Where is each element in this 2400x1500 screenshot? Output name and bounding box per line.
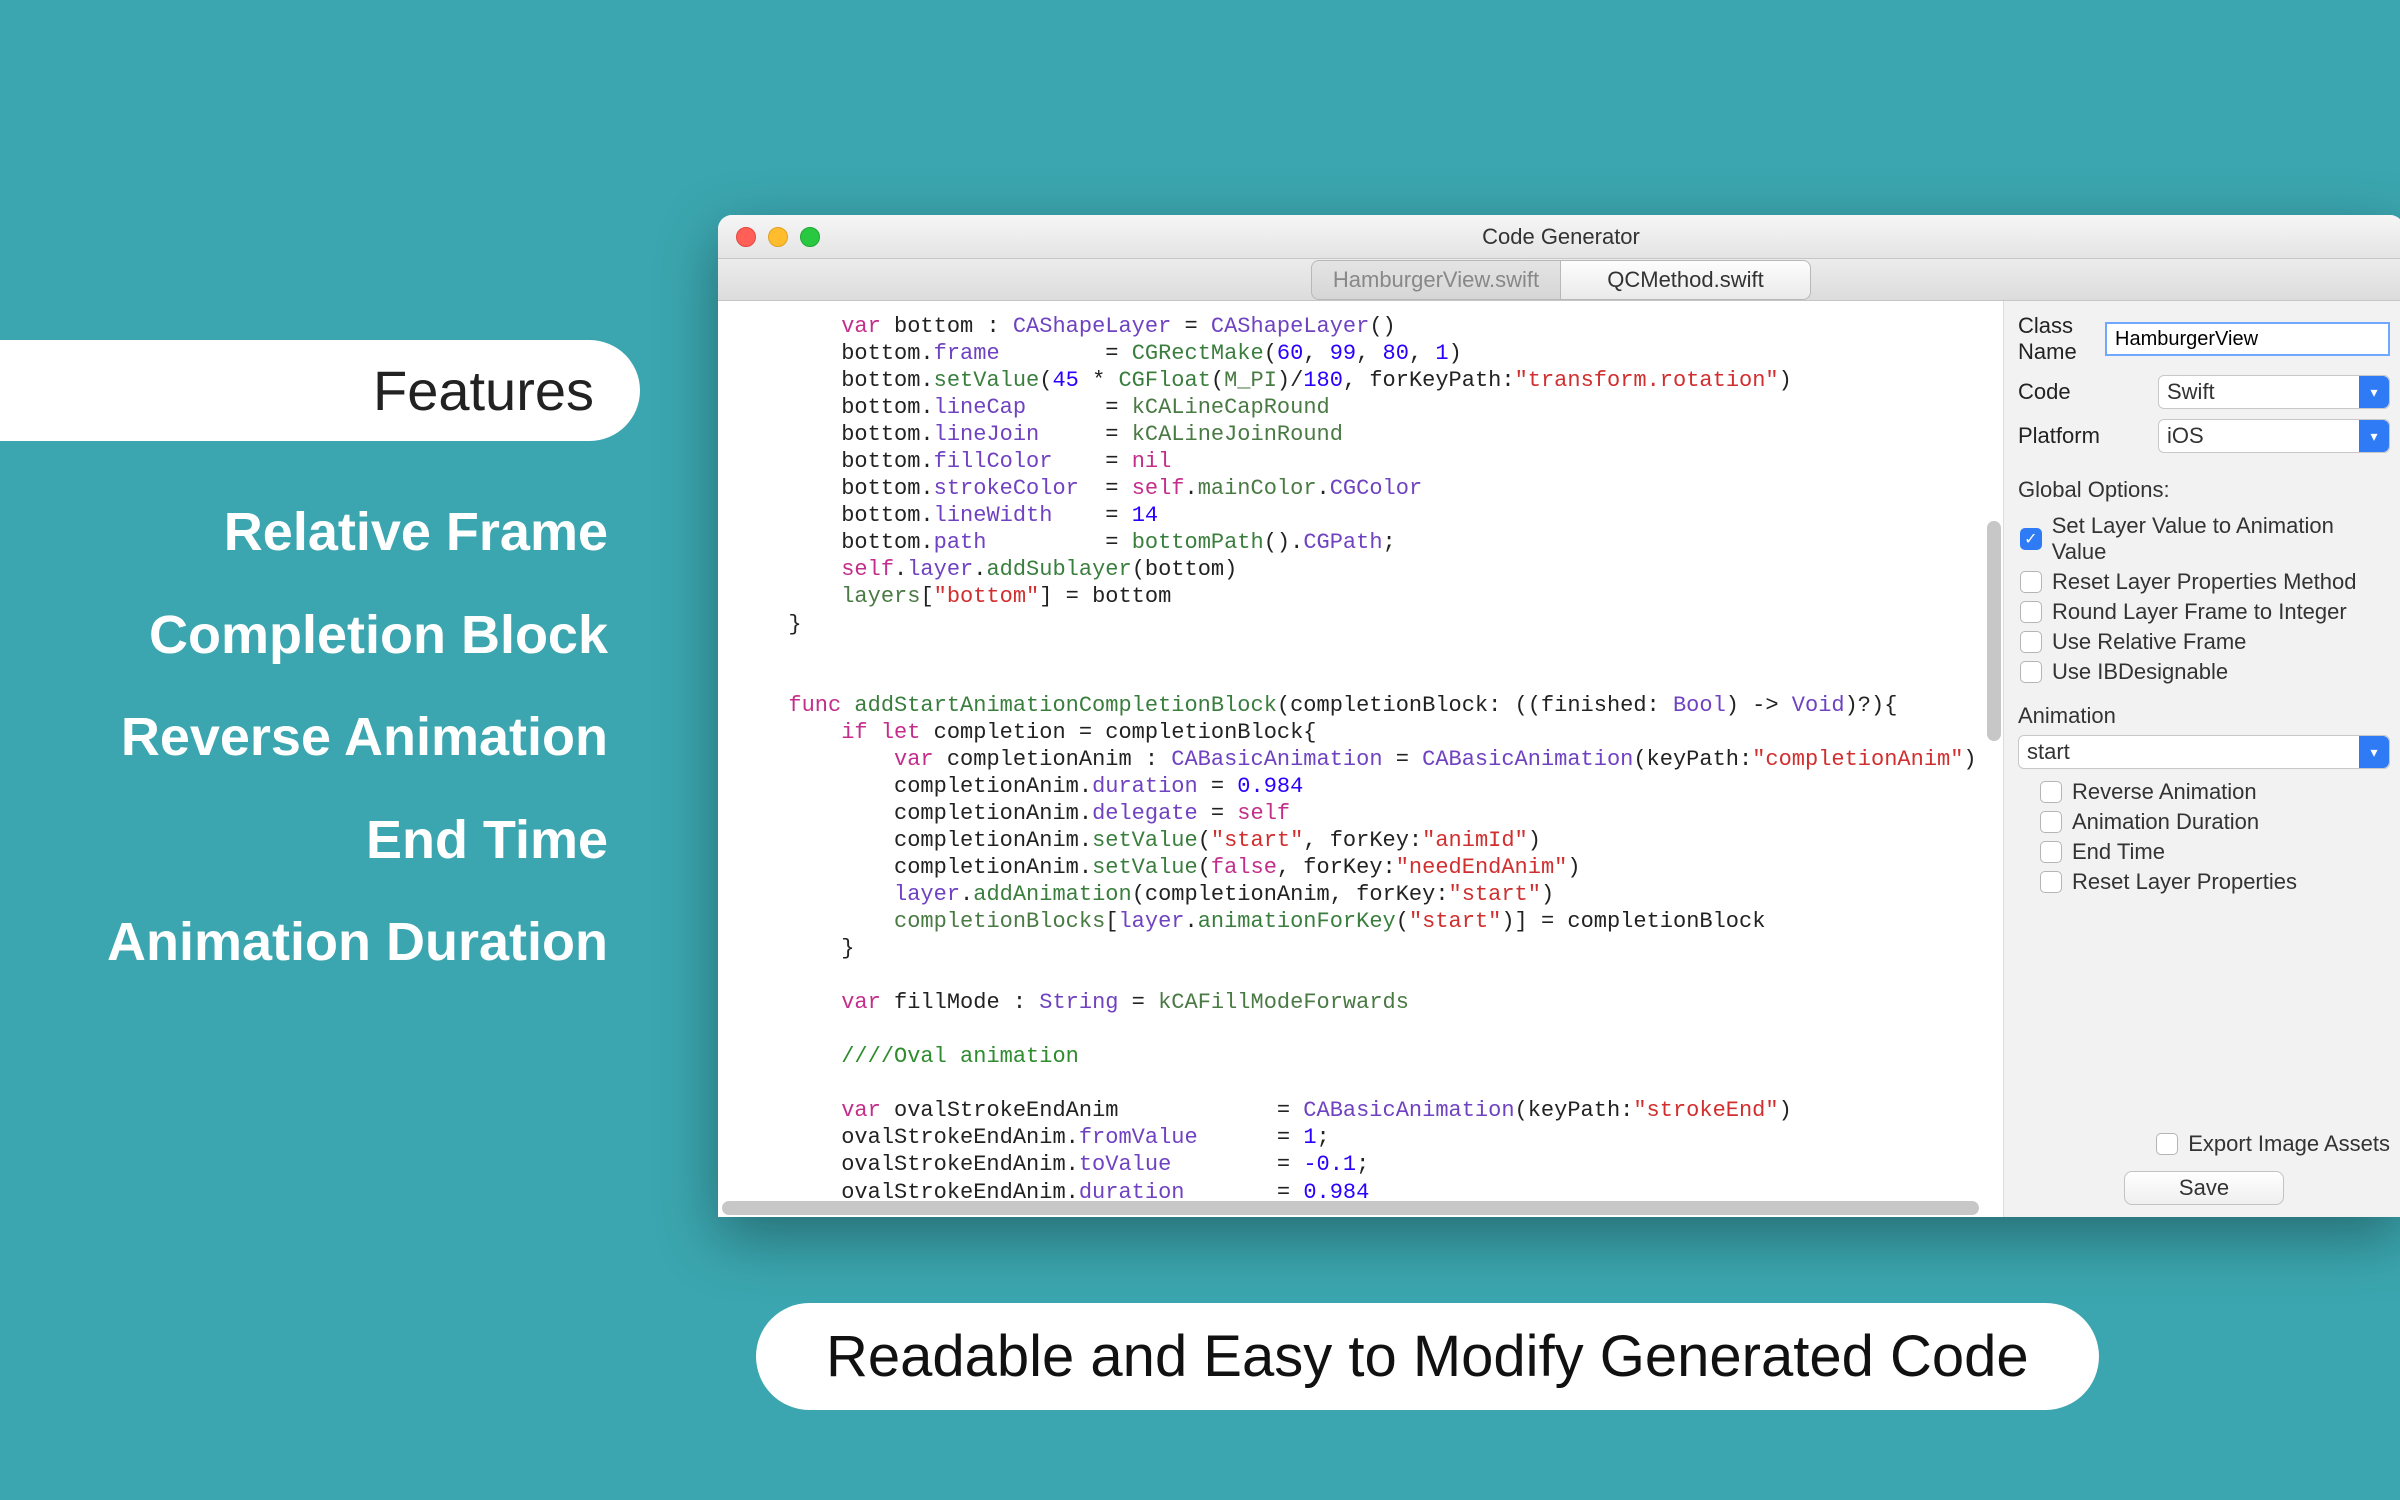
platform-label: Platform [2018, 423, 2158, 449]
class-name-label: Class Name [2018, 313, 2105, 365]
checkbox-icon [2020, 631, 2042, 653]
chevron-updown-icon: ▾ [2359, 420, 2389, 452]
app-window: Code Generator HamburgerView.swift QCMet… [718, 215, 2400, 1217]
checkbox-icon [2040, 841, 2062, 863]
vertical-scrollbar[interactable] [1987, 521, 2001, 741]
titlebar: Code Generator [718, 215, 2400, 259]
export-assets-label: Export Image Assets [2188, 1131, 2390, 1157]
tab-hamburgerview[interactable]: HamburgerView.swift [1311, 260, 1561, 300]
animation-label: Animation [2018, 703, 2390, 729]
tabbar: HamburgerView.swift QCMethod.swift [718, 259, 2400, 301]
global-option-label: Set Layer Value to Animation Value [2052, 513, 2390, 565]
checkbox-icon [2040, 811, 2062, 833]
global-option-checkbox[interactable]: Use IBDesignable [2020, 659, 2390, 685]
global-option-checkbox[interactable]: Use Relative Frame [2020, 629, 2390, 655]
window-title: Code Generator [718, 224, 2400, 250]
checkbox-icon: ✓ [2020, 528, 2042, 550]
global-option-checkbox[interactable]: Reset Layer Properties Method [2020, 569, 2390, 595]
feature-item: End Time [0, 789, 608, 892]
caption: Readable and Easy to Modify Generated Co… [756, 1303, 2099, 1410]
checkbox-icon [2040, 781, 2062, 803]
class-name-input[interactable] [2105, 322, 2390, 356]
checkbox-icon [2020, 661, 2042, 683]
code-select-value: Swift [2167, 379, 2215, 405]
checkbox-icon [2020, 601, 2042, 623]
animation-option-label: Animation Duration [2072, 809, 2259, 835]
checkbox-icon [2020, 571, 2042, 593]
global-option-label: Use Relative Frame [2052, 629, 2246, 655]
animation-option-checkbox[interactable]: End Time [2040, 839, 2390, 865]
code-content: var bottom : CAShapeLayer = CAShapeLayer… [718, 301, 1985, 1199]
horizontal-scrollbar[interactable] [722, 1201, 1979, 1215]
chevron-updown-icon: ▾ [2359, 376, 2389, 408]
checkbox-icon [2156, 1133, 2178, 1155]
feature-item: Animation Duration [0, 891, 608, 994]
platform-select[interactable]: iOS ▾ [2158, 419, 2390, 453]
export-assets-checkbox[interactable]: Export Image Assets [2156, 1131, 2390, 1157]
options-panel: Class Name Code Swift ▾ Platform iOS ▾ G… [2004, 301, 2400, 1217]
animation-option-label: Reverse Animation [2072, 779, 2257, 805]
animation-option-checkbox[interactable]: Reset Layer Properties [2040, 869, 2390, 895]
feature-item: Reverse Animation [0, 686, 608, 789]
code-select[interactable]: Swift ▾ [2158, 375, 2390, 409]
animation-option-label: Reset Layer Properties [2072, 869, 2297, 895]
feature-item: Relative Frame [0, 481, 608, 584]
tab-qcmethod[interactable]: QCMethod.swift [1561, 260, 1811, 300]
animation-option-checkbox[interactable]: Animation Duration [2040, 809, 2390, 835]
code-editor[interactable]: var bottom : CAShapeLayer = CAShapeLayer… [718, 301, 2004, 1217]
chevron-updown-icon: ▾ [2359, 736, 2389, 768]
animation-select-value: start [2027, 739, 2070, 765]
global-option-checkbox[interactable]: ✓ Set Layer Value to Animation Value [2020, 513, 2390, 565]
checkbox-icon [2040, 871, 2062, 893]
features-header: Features [0, 340, 640, 441]
global-options-label: Global Options: [2018, 477, 2390, 503]
animation-option-label: End Time [2072, 839, 2165, 865]
platform-select-value: iOS [2167, 423, 2204, 449]
features-list: Relative Frame Completion Block Reverse … [0, 481, 640, 994]
animation-option-checkbox[interactable]: Reverse Animation [2040, 779, 2390, 805]
global-option-checkbox[interactable]: Round Layer Frame to Integer [2020, 599, 2390, 625]
animation-select[interactable]: start ▾ [2018, 735, 2390, 769]
global-option-label: Reset Layer Properties Method [2052, 569, 2357, 595]
global-option-label: Round Layer Frame to Integer [2052, 599, 2347, 625]
global-option-label: Use IBDesignable [2052, 659, 2228, 685]
feature-item: Completion Block [0, 584, 608, 687]
save-button[interactable]: Save [2124, 1171, 2284, 1205]
code-label: Code [2018, 379, 2158, 405]
